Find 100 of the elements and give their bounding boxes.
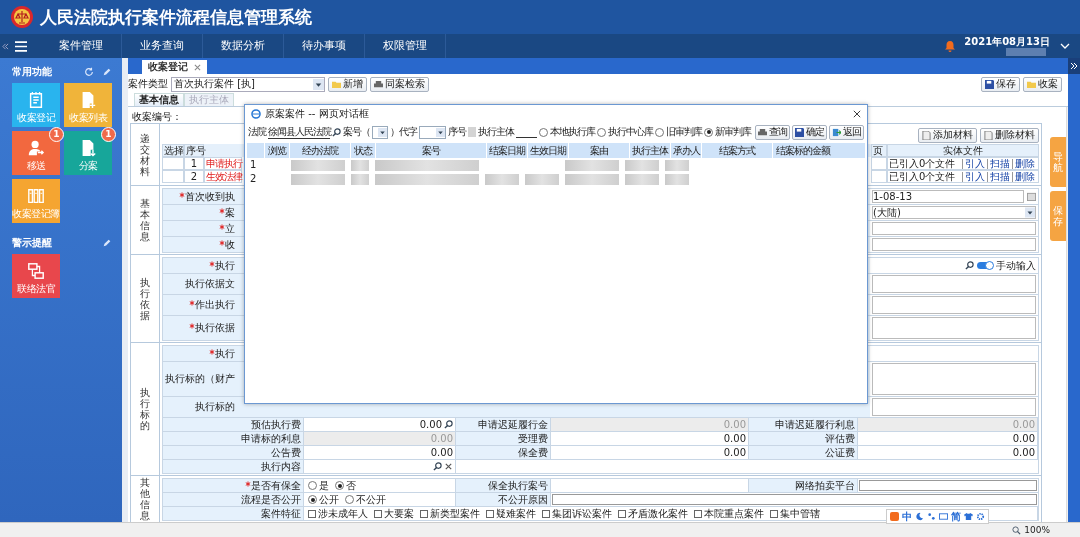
search-icon[interactable]	[444, 420, 453, 429]
bell-icon[interactable]	[944, 40, 957, 52]
dropdown-icon[interactable]	[1025, 207, 1035, 218]
calendar-icon[interactable]	[1027, 192, 1036, 201]
checkbox[interactable]	[542, 509, 550, 518]
radio-button[interactable]	[335, 481, 344, 490]
chevron-down-icon[interactable]	[1060, 43, 1070, 49]
radio-button[interactable]	[345, 495, 354, 504]
back-button[interactable]: 返回	[829, 124, 864, 140]
action-link[interactable]: 引入	[962, 172, 987, 182]
year-select[interactable]	[372, 125, 388, 139]
close-icon[interactable]	[853, 110, 861, 118]
column-header: 实体文件	[887, 144, 1039, 157]
field-label: 案	[163, 206, 235, 219]
checkbox[interactable]	[420, 509, 428, 518]
option-label: 本院重点案件	[704, 507, 764, 520]
action-link[interactable]: 扫描	[987, 172, 1012, 182]
column-header: 结案方式	[701, 143, 772, 158]
required-icon	[209, 260, 215, 267]
checkbox[interactable]	[486, 509, 494, 518]
action-link[interactable]: 删除	[1012, 159, 1037, 169]
search-icon[interactable]	[332, 127, 341, 137]
material-name[interactable]: 申请执行	[204, 157, 242, 170]
radio-button[interactable]	[704, 127, 713, 137]
option-label: 集团诉讼案件	[552, 507, 612, 520]
amount-field[interactable]: 0.00	[858, 446, 1038, 459]
person-icon	[27, 139, 45, 157]
input-field[interactable]	[859, 480, 1037, 491]
dropdown-icon[interactable]	[435, 126, 445, 138]
action-link[interactable]: 引入	[962, 159, 987, 169]
radio-button[interactable]	[597, 127, 606, 137]
field-label: 申请迟延履行金	[456, 418, 551, 431]
option-label: 公开	[319, 493, 339, 506]
punctuation-icon[interactable]	[927, 512, 936, 521]
query-button[interactable]: 查询	[755, 124, 790, 140]
checkbox[interactable]	[770, 509, 778, 518]
action-link[interactable]: 删除	[1012, 172, 1037, 182]
radio-button[interactable]	[539, 127, 548, 137]
field-label: ）代字	[389, 126, 417, 138]
table-cell	[162, 157, 184, 170]
court-field[interactable]: 徐闻县人民法院	[268, 125, 330, 139]
add-material-button[interactable]: 添加材料	[918, 127, 977, 143]
radio-button[interactable]	[308, 481, 317, 490]
date-field[interactable]: 1-08-13	[872, 190, 1024, 203]
field-label: 序号	[447, 126, 466, 138]
radio-button[interactable]	[308, 495, 317, 504]
blurred-text	[351, 173, 369, 185]
field-label: 执行标的（财产	[164, 373, 235, 385]
zoom-icon[interactable]	[1012, 525, 1022, 535]
checkbox[interactable]	[308, 509, 316, 518]
material-name[interactable]: 生效法律	[204, 170, 242, 183]
form-tab[interactable]: 基本信息	[134, 93, 184, 106]
settings-icon[interactable]	[976, 512, 985, 521]
checkbox[interactable]	[694, 509, 702, 518]
radio-button[interactable]	[655, 127, 664, 137]
field-label: 评估费	[749, 432, 858, 445]
menu-icon[interactable]	[15, 40, 27, 52]
refresh-icon[interactable]	[84, 67, 94, 77]
document-icon	[984, 130, 993, 140]
region-select[interactable]: (大陆)	[872, 206, 1036, 219]
save-button[interactable]: 保存	[981, 76, 1020, 92]
collapse-icon[interactable]	[2, 42, 9, 50]
toggle-switch[interactable]	[977, 262, 993, 269]
ime-script[interactable]: 简	[951, 510, 961, 523]
checkbox[interactable]	[618, 509, 626, 518]
sidebar-collapse-handle[interactable]	[122, 58, 128, 522]
keyboard-icon[interactable]	[939, 512, 948, 521]
field-label: 收	[163, 238, 235, 251]
search-icon[interactable]	[965, 261, 974, 270]
scrollbar[interactable]	[1066, 107, 1068, 522]
expand-icon[interactable]	[1068, 58, 1080, 74]
pencil-icon[interactable]	[102, 67, 112, 77]
pencil-icon[interactable]	[102, 238, 112, 248]
dropdown-icon[interactable]	[313, 78, 324, 90]
checkbox[interactable]	[374, 509, 382, 518]
shortcut-tile[interactable]: 联络法官	[12, 254, 60, 298]
input-field[interactable]	[552, 494, 1037, 505]
column-header: 状态	[350, 143, 375, 158]
field-label: 流程是否公开	[163, 493, 304, 506]
row-number: 1	[249, 159, 258, 171]
add-button[interactable]: 新增	[328, 76, 367, 92]
register-button[interactable]: 收案	[1023, 76, 1062, 92]
field-label: 受理费	[456, 432, 551, 445]
dropdown-icon[interactable]	[377, 126, 387, 138]
ime-mode[interactable]: 中	[902, 510, 912, 523]
action-link[interactable]: 扫描	[987, 159, 1012, 169]
option-label: 不公开	[356, 493, 386, 506]
required-icon	[189, 300, 195, 306]
delete-material-button[interactable]: 删除材料	[980, 127, 1039, 143]
amount-field[interactable]: 0.00	[858, 432, 1038, 445]
moon-icon[interactable]	[915, 512, 924, 521]
shirt-icon[interactable]	[964, 512, 973, 521]
blurred-text	[565, 173, 619, 185]
search-icon[interactable]	[433, 462, 442, 471]
search-button[interactable]: 同案检索	[370, 76, 429, 92]
page-tab[interactable]: 收案登记	[142, 60, 207, 74]
confirm-button[interactable]: 确定	[792, 124, 827, 140]
count-badge: 1	[49, 127, 64, 142]
clear-icon[interactable]	[444, 462, 453, 471]
case-type-select[interactable]: 首次执行案件 [执]	[171, 76, 325, 92]
